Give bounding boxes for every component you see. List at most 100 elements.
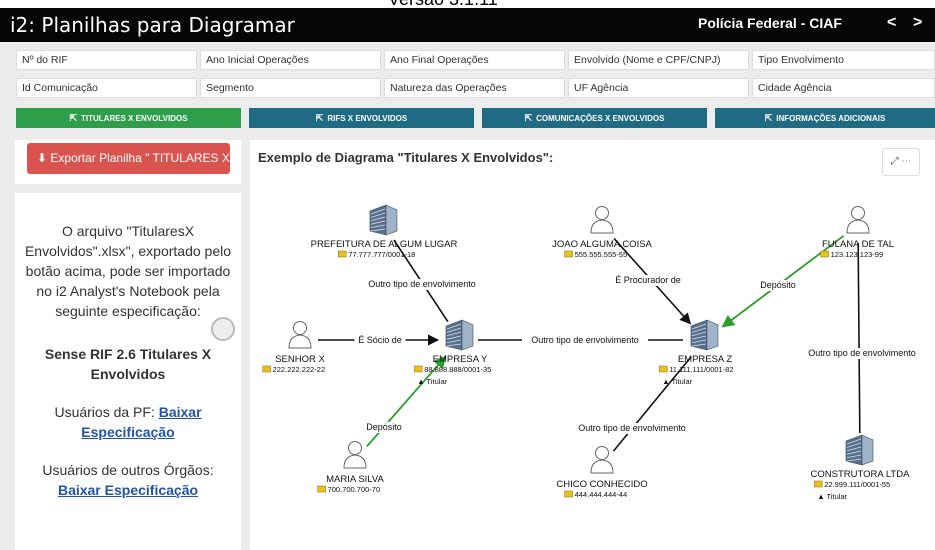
download-icon: ⬇ — [37, 151, 51, 165]
titular-badge: ▲ Titular — [662, 377, 692, 386]
node-document: 700.700.700-70 — [328, 485, 381, 494]
node-document: 88.888.888/0001-35 — [424, 365, 491, 374]
other-label: Usuários de outros Órgãos: — [42, 462, 214, 478]
node-name: MARIA SILVA — [326, 474, 384, 485]
info-panel: O arquivo "TitularesX Envolvidos".xlsx",… — [15, 193, 241, 550]
field-involved[interactable]: Envolvido (Nome e CPF/CNPJ) — [568, 50, 749, 70]
node-name: PREFEITURA DE ALGUM LUGAR — [311, 239, 458, 250]
node-prefeitura[interactable]: PREFEITURA DE ALGUM LUGAR77.777.777/0001… — [311, 204, 458, 259]
node-name: SENHOR X — [275, 354, 325, 365]
spec-name: Sense RIF 2.6 Titulares X Envolvidos — [44, 346, 212, 382]
node-maria[interactable]: MARIA SILVA700.700.700-70 — [317, 441, 385, 495]
pf-label: Usuários da PF: — [54, 404, 159, 420]
building-icon — [845, 434, 874, 466]
filter-row-2: Id Comunicação Segmento Natureza das Ope… — [0, 78, 935, 98]
export-button-label: Exportar Planilha " TITULARES X ENVOLVID… — [50, 151, 230, 165]
tab-label: COMUNICAÇÕES X ENVOLVIDOS — [536, 114, 665, 123]
node-name: EMPRESA Z — [678, 354, 733, 365]
next-button[interactable]: > — [913, 14, 922, 32]
edge-label: É Sócio de — [358, 335, 402, 345]
field-involvement-type[interactable]: Tipo Envolvimento — [752, 50, 935, 70]
info-description: O arquivo "TitularesX Envolvidos".xlsx",… — [24, 223, 232, 319]
field-segment[interactable]: Segmento — [200, 78, 381, 98]
building-icon — [369, 204, 398, 236]
app-title: i2: Planilhas para Diagramar — [10, 13, 295, 37]
node-document: 22.999.111/0001-55 — [824, 480, 890, 489]
node-joao[interactable]: JOAO ALGUMA COISA555.555.555-55 — [552, 206, 653, 260]
edge-label: É Procurador de — [615, 275, 681, 285]
id-card-icon — [337, 250, 347, 258]
edge-label: Outro tipo de envolvimento — [578, 423, 686, 433]
id-card-icon — [658, 365, 668, 373]
field-uf-agency[interactable]: UF Agência — [568, 78, 749, 98]
node-senhor[interactable]: SENHOR X222.222.222-22 — [262, 321, 326, 375]
node-chico[interactable]: CHICO CONHECIDO444.444.444-44 — [556, 446, 648, 500]
edge-fulana-construtora — [857, 242, 861, 434]
other-users: Usuários de outros Órgãos: Baixar Especif… — [15, 460, 241, 500]
node-name: FULANA DE TAL — [822, 239, 894, 250]
tab-titulares-envolvidos[interactable]: ⇱ TITULARES X ENVOLVIDOS — [16, 108, 241, 128]
titular-badge: ▲ Titular — [417, 377, 447, 386]
field-operation-nature[interactable]: Natureza das Operações — [384, 78, 565, 98]
org-name: Polícia Federal - CIAF — [698, 15, 842, 31]
node-empy[interactable]: EMPRESA Y88.888.888/0001-35 ▲ Titular — [413, 319, 491, 386]
building-icon — [445, 319, 474, 351]
person-icon — [846, 206, 870, 234]
node-name: EMPRESA Y — [433, 354, 488, 365]
field-communication-id[interactable]: Id Comunicação — [16, 78, 197, 98]
export-icon: ⇱ — [315, 113, 324, 123]
tab-bar: ⇱ TITULARES X ENVOLVIDOS ⇱ RIFS X ENVOLVID… — [0, 108, 935, 128]
tab-label: RIFS X ENVOLVIDOS — [327, 114, 408, 123]
edge-label: Outro tipo de envolvimento — [368, 279, 476, 289]
filter-row-1: Nº do RIF Ano Inicial Operações Ano Fina… — [0, 50, 935, 70]
tab-label: INFORMAÇÕES ADICIONAIS — [776, 114, 886, 123]
prev-button[interactable]: < — [887, 14, 896, 32]
edge-label: Depósito — [760, 280, 796, 290]
id-card-icon — [413, 365, 423, 373]
id-card-icon — [813, 480, 823, 488]
field-end-year[interactable]: Ano Final Operações — [384, 50, 565, 70]
edge-label: Outro tipo de envolvimento — [808, 348, 916, 358]
node-construtora[interactable]: CONSTRUTORA LTDA22.999.111/0001-55 ▲ Titu… — [811, 434, 911, 501]
tab-rifs-envolvidos[interactable]: ⇱ RIFS X ENVOLVIDOS — [249, 108, 474, 128]
person-icon — [590, 446, 614, 474]
edge-label: Depósito — [366, 422, 402, 432]
id-card-icon — [564, 250, 573, 258]
export-icon: ⇱ — [524, 113, 533, 123]
seal-icon — [211, 317, 235, 341]
node-name: JOAO ALGUMA COISA — [552, 239, 652, 250]
app-header: i2: Planilhas para Diagramar Polícia Fed… — [0, 8, 935, 42]
titular-badge: ▲ Titular — [817, 492, 847, 501]
node-empz[interactable]: EMPRESA Z11.111.111/0001-82 ▲ Titular — [658, 319, 734, 386]
tab-comunicacoes-envolvidos[interactable]: ⇱ COMUNICAÇÕES X ENVOLVIDOS — [482, 108, 707, 128]
version-strip: Versão 3.1.11 — [0, 0, 935, 8]
export-icon: ⇱ — [69, 113, 77, 123]
node-fulana[interactable]: FULANA DE TAL123.123.123-99 — [820, 206, 894, 260]
node-document: 444.444.444-44 — [575, 490, 628, 499]
export-spreadsheet-button[interactable]: ⬇ Exportar Planilha " TITULARES X ENVOLV… — [27, 143, 230, 174]
id-card-icon — [820, 250, 829, 258]
field-start-year[interactable]: Ano Inicial Operações — [200, 50, 381, 70]
edge-label: Outro tipo de envolvimento — [531, 335, 639, 345]
relationship-diagram: Outro tipo de envolvimento É Sócio de Outr… — [262, 204, 926, 501]
field-city-agency[interactable]: Cidade Agência — [752, 78, 935, 98]
tab-informacoes-adicionais[interactable]: ⇱ INFORMAÇÕES ADICIONAIS — [715, 108, 935, 128]
building-icon — [690, 319, 719, 351]
pf-users: Usuários da PF: Baixar Especificação — [15, 402, 241, 442]
diagram-panel: Exemplo de Diagrama "Titulares X Envolvi… — [250, 140, 935, 550]
field-rif-number[interactable]: Nº do RIF — [16, 50, 197, 70]
tab-label: TITULARES X ENVOLVIDOS — [81, 114, 188, 123]
person-icon — [343, 441, 367, 469]
node-document: 123.123.123-99 — [831, 250, 884, 259]
person-icon — [288, 321, 312, 349]
node-name: CHICO CONHECIDO — [556, 479, 647, 490]
export-icon: ⇱ — [764, 113, 773, 123]
person-icon — [590, 206, 614, 234]
other-download-link[interactable]: Baixar Especificação — [58, 482, 198, 498]
node-document: 77.777.777/0001-18 — [348, 250, 415, 259]
id-card-icon — [564, 490, 573, 498]
node-document: 555.555.555-55 — [575, 250, 628, 259]
version-text: Versão 3.1.11 — [388, 0, 498, 8]
id-card-icon — [317, 485, 326, 493]
node-document: 11.111.111/0001-82 — [669, 365, 733, 374]
